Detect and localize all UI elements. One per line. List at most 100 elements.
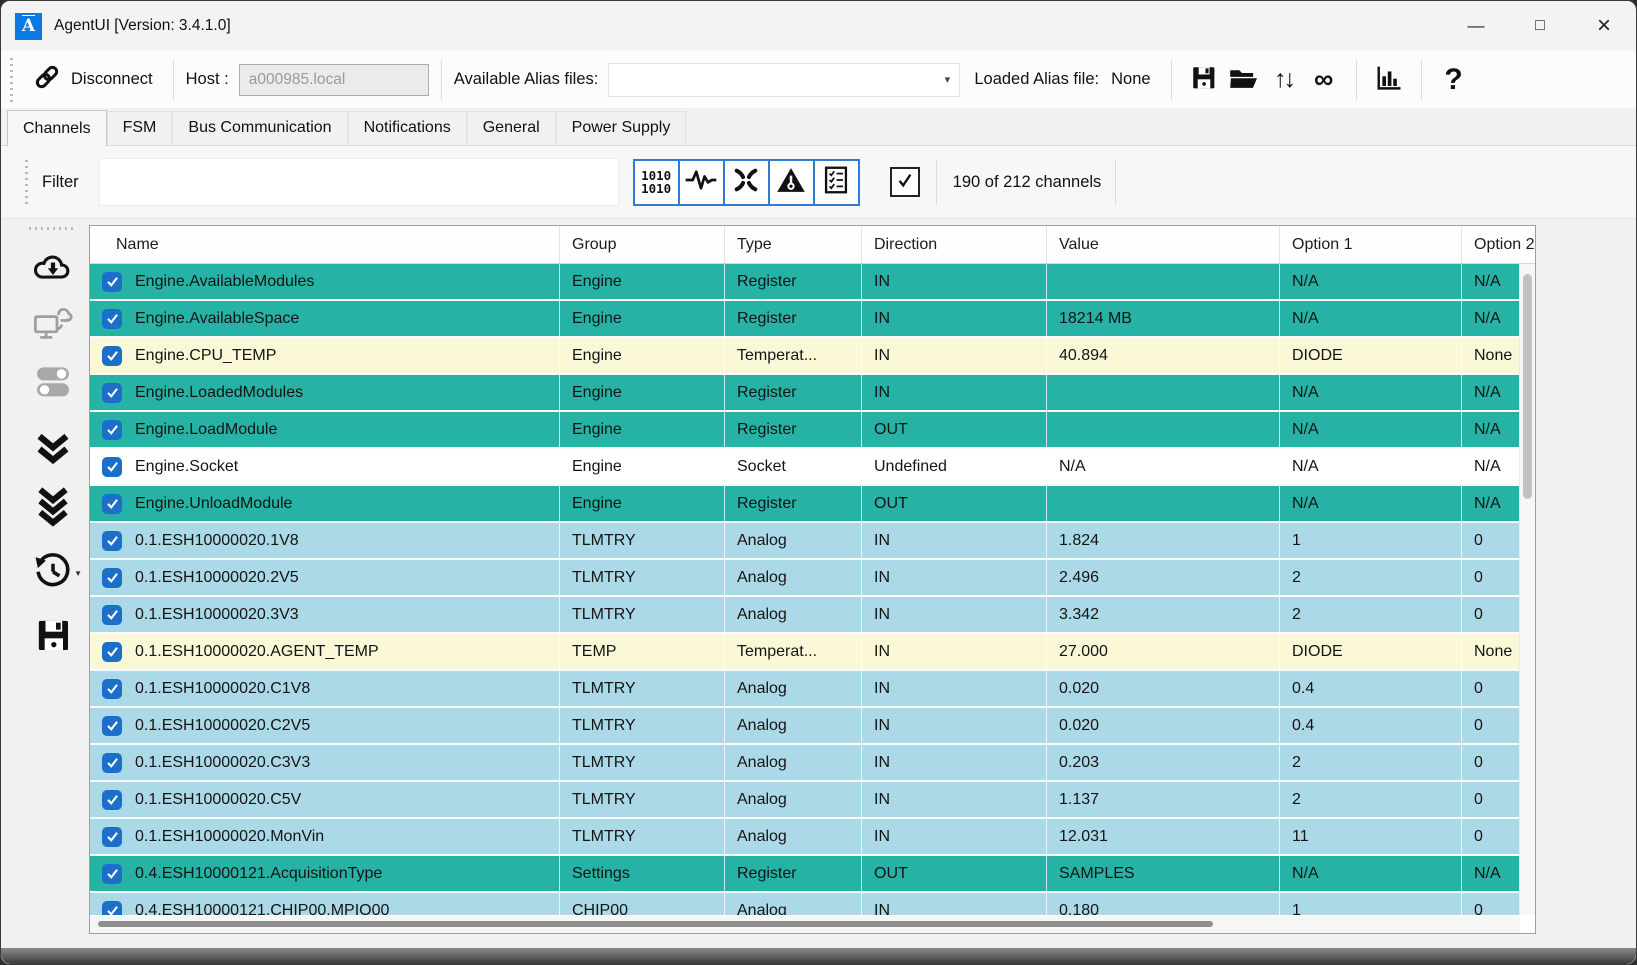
table-row[interactable]: 0.1.ESH10000020.MonVin TLMTRY Analog IN … [90, 819, 1535, 856]
alias-files-combobox[interactable]: ▾ [608, 63, 960, 97]
row-checkbox[interactable] [102, 864, 122, 884]
column-header-name[interactable]: Name [90, 226, 560, 263]
row-checkbox[interactable] [102, 568, 122, 588]
row-checkbox[interactable] [102, 901, 122, 916]
name-cell: 0.1.ESH10000020.MonVin [90, 819, 560, 854]
toggle-switches-button[interactable] [30, 360, 76, 406]
filter-input[interactable] [99, 158, 619, 206]
row-checkbox[interactable] [102, 346, 122, 366]
table-row[interactable]: 0.1.ESH10000020.AGENT_TEMP TEMP Temperat… [90, 634, 1535, 671]
row-checkbox[interactable] [102, 605, 122, 625]
vertical-scrollbar[interactable] [1519, 264, 1535, 915]
register-channels-filter-button[interactable] [813, 159, 860, 206]
expand-all-deep-button[interactable] [30, 486, 76, 532]
table-row[interactable]: Engine.LoadModule Engine Register OUT N/… [90, 412, 1535, 449]
name-cell: Engine.Socket [90, 449, 560, 484]
row-checkbox[interactable] [102, 494, 122, 514]
history-dropdown-caret-icon[interactable]: ▼ [74, 569, 82, 578]
column-header-option1[interactable]: Option 1 [1280, 226, 1462, 263]
channel-name: Engine.Socket [135, 458, 238, 476]
tab[interactable]: Notifications [348, 111, 467, 145]
channel-name: Engine.LoadModule [135, 421, 277, 439]
column-header-direction[interactable]: Direction [862, 226, 1047, 263]
table-header-row: Name Group Type Direction Value Option 1… [90, 226, 1535, 264]
row-checkbox[interactable] [102, 420, 122, 440]
table-row[interactable]: 0.4.ESH10000121.AcquisitionType Settings… [90, 856, 1535, 893]
table-row[interactable]: 0.1.ESH10000020.C2V5 TLMTRY Analog IN 0.… [90, 708, 1535, 745]
row-checkbox[interactable] [102, 753, 122, 773]
table-row[interactable]: Engine.AvailableSpace Engine Register IN… [90, 301, 1535, 338]
tab[interactable]: FSM [107, 111, 173, 145]
table-row[interactable]: Engine.AvailableModules Engine Register … [90, 264, 1535, 301]
side-toolbar-grip[interactable] [29, 227, 77, 230]
column-header-value[interactable]: Value [1047, 226, 1280, 263]
waveform-icon [684, 167, 718, 198]
close-button[interactable]: × [1572, 1, 1636, 51]
filterbar-grip[interactable] [25, 160, 28, 204]
horizontal-scrollbar-thumb[interactable] [98, 921, 1213, 927]
table-row[interactable]: Engine.LoadedModules Engine Register IN … [90, 375, 1535, 412]
row-checkbox[interactable] [102, 531, 122, 551]
value-cell: 2.496 [1047, 560, 1280, 595]
maximize-button[interactable]: □ [1508, 1, 1572, 51]
vertical-scrollbar-thumb[interactable] [1523, 274, 1532, 499]
table-row[interactable]: Engine.Socket Engine Socket Undefined N/… [90, 449, 1535, 486]
row-checkbox[interactable] [102, 383, 122, 403]
table-row[interactable]: 0.4.ESH10000121.CHIP00.MPIO00 CHIP00 Ana… [90, 893, 1535, 915]
socket-channels-filter-button[interactable] [723, 159, 770, 206]
channel-count-text: 190 of 212 channels [953, 173, 1116, 192]
table-row[interactable]: Engine.CPU_TEMP Engine Temperat... IN 40… [90, 338, 1535, 375]
column-header-type[interactable]: Type [725, 226, 862, 263]
table-row[interactable]: 0.1.ESH10000020.3V3 TLMTRY Analog IN 3.3… [90, 597, 1535, 634]
save-alias-button[interactable] [1184, 58, 1224, 102]
row-checkbox[interactable] [102, 790, 122, 810]
table-row[interactable]: 0.1.ESH10000020.2V5 TLMTRY Analog IN 2.4… [90, 560, 1535, 597]
triple-chevron-down-icon [34, 486, 72, 533]
help-button[interactable]: ? [1434, 58, 1474, 102]
row-checkbox[interactable] [102, 457, 122, 477]
sort-updown-button[interactable]: ↑↓ [1264, 58, 1304, 102]
save-channels-button[interactable] [30, 614, 76, 660]
table-row[interactable]: 0.1.ESH10000020.C1V8 TLMTRY Analog IN 0.… [90, 671, 1535, 708]
tab[interactable]: Channels [7, 110, 107, 146]
cloud-download-button[interactable] [30, 244, 76, 290]
history-button[interactable]: ▼ [30, 550, 76, 596]
select-all-checkbox[interactable] [890, 167, 920, 197]
row-checkbox[interactable] [102, 309, 122, 329]
group-cell: Engine [560, 338, 725, 373]
column-header-group[interactable]: Group [560, 226, 725, 263]
option1-cell: N/A [1280, 375, 1462, 410]
row-checkbox[interactable] [102, 716, 122, 736]
toolbar-grip[interactable] [10, 58, 13, 102]
pc-cloud-sync-button[interactable] [30, 302, 76, 348]
temperature-channels-filter-button[interactable] [768, 159, 815, 206]
column-header-option2[interactable]: Option 2 [1462, 226, 1536, 263]
row-checkbox[interactable] [102, 272, 122, 292]
row-checkbox[interactable] [102, 827, 122, 847]
direction-cell: IN [862, 745, 1047, 780]
value-cell: 1.137 [1047, 782, 1280, 817]
chart-button[interactable] [1369, 58, 1409, 102]
digital-channels-filter-button[interactable]: 1010 1010 [633, 159, 680, 206]
host-input[interactable] [239, 64, 429, 96]
name-cell: 0.1.ESH10000020.C2V5 [90, 708, 560, 743]
row-checkbox[interactable] [102, 679, 122, 699]
tab[interactable]: Bus Communication [172, 111, 347, 145]
row-checkbox[interactable] [102, 642, 122, 662]
minimize-button[interactable]: — [1444, 1, 1508, 51]
analog-channels-filter-button[interactable] [678, 159, 725, 206]
table-row[interactable]: 0.1.ESH10000020.1V8 TLMTRY Analog IN 1.8… [90, 523, 1535, 560]
direction-cell: IN [862, 634, 1047, 669]
table-row[interactable]: Engine.UnloadModule Engine Register OUT … [90, 486, 1535, 523]
pc-cloud-sync-icon [32, 303, 74, 348]
loop-button[interactable]: ∞ [1304, 58, 1344, 102]
tab[interactable]: General [467, 111, 556, 145]
horizontal-scrollbar[interactable] [90, 916, 1520, 933]
table-row[interactable]: 0.1.ESH10000020.C3V3 TLMTRY Analog IN 0.… [90, 745, 1535, 782]
disconnect-button[interactable]: Disconnect [23, 58, 161, 101]
table-row[interactable]: 0.1.ESH10000020.C5V TLMTRY Analog IN 1.1… [90, 782, 1535, 819]
channel-name: 0.1.ESH10000020.C1V8 [135, 680, 310, 698]
open-alias-button[interactable] [1224, 58, 1264, 102]
expand-all-button[interactable] [30, 428, 76, 474]
tab[interactable]: Power Supply [556, 111, 687, 145]
